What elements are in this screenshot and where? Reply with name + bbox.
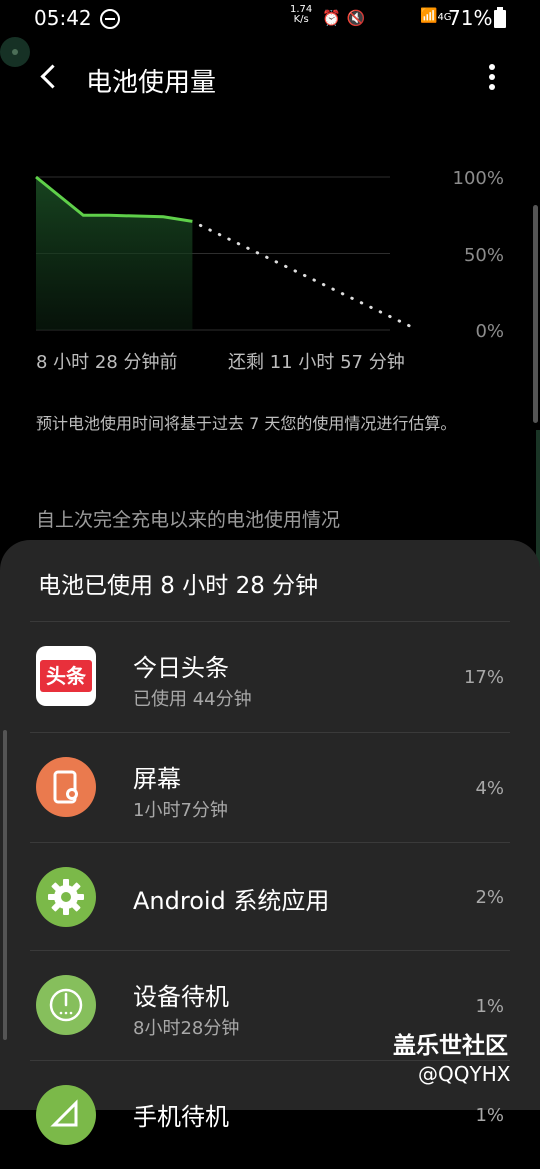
app-name: 屏幕	[133, 765, 181, 793]
app-usage-percent: 1%	[475, 996, 504, 1017]
battery-chart: 100% 50% 0% 8 小时 28 分钟前 还剩 11 小时 57 分钟	[0, 160, 540, 373]
app-name: Android 系统应用	[133, 887, 330, 915]
toutiao-app-icon: 头条	[36, 646, 96, 706]
projection-line	[198, 223, 420, 332]
app-usage-time: 8小时28分钟	[133, 1018, 240, 1039]
sheet-title: 电池已使用 8 小时 28 分钟	[38, 573, 319, 599]
screen-brightness-icon	[36, 757, 96, 817]
do-not-disturb-icon	[100, 9, 120, 29]
section-title: 自上次完全充电以来的电池使用情况	[36, 509, 341, 531]
power-icon	[36, 975, 96, 1035]
battery-icon	[494, 7, 506, 28]
page-scrollbar[interactable]	[533, 205, 538, 423]
app-name: 手机待机	[133, 1103, 229, 1131]
battery-percent: 71%	[448, 6, 493, 30]
estimate-description: 预计电池使用时间将基于过去 7 天您的使用情况进行估算。	[36, 414, 457, 433]
status-time: 05:42	[34, 6, 92, 30]
usage-area	[36, 177, 193, 330]
app-name: 设备待机	[133, 983, 229, 1011]
app-usage-time: 1小时7分钟	[133, 800, 228, 821]
watermark-title: 盖乐世社区	[393, 1033, 508, 1059]
signal-icon	[36, 1085, 96, 1145]
ytick-50: 50%	[464, 245, 504, 266]
app-usage-percent: 17%	[463, 667, 504, 688]
status-bar: 05:42 1.74 K/s ⏰🔇 📶4G 71%	[0, 0, 540, 40]
chart-start-label: 8 小时 28 分钟前	[36, 352, 178, 373]
app-usage-time: 已使用 44分钟	[133, 689, 252, 710]
chart-remaining-label: 还剩 11 小时 57 分钟	[228, 352, 405, 373]
more-options-icon[interactable]	[482, 64, 502, 96]
gear-icon	[36, 867, 96, 927]
page-title: 电池使用量	[86, 68, 217, 98]
usage-row-android-system[interactable]: Android 系统应用 2%	[0, 843, 540, 951]
app-bar: 电池使用量	[0, 48, 540, 112]
back-arrow-icon[interactable]	[30, 56, 70, 96]
app-usage-percent: 4%	[475, 778, 504, 799]
usage-row-toutiao[interactable]: 头条 今日头条 已使用 44分钟 17%	[0, 622, 540, 730]
app-usage-percent: 1%	[475, 1105, 504, 1126]
alarm-mute-icons: ⏰🔇	[322, 9, 372, 27]
app-name: 今日头条	[133, 654, 229, 682]
ytick-0: 0%	[475, 321, 504, 342]
wifi-signal-icon: 📶4G	[420, 8, 452, 24]
usage-row-screen[interactable]: 屏幕 1小时7分钟 4%	[0, 733, 540, 841]
network-speed: 1.74 K/s	[290, 4, 313, 25]
watermark-handle: @QQYHX	[418, 1062, 511, 1086]
battery-chart-svg: 100% 50% 0%	[35, 168, 504, 342]
ytick-100: 100%	[453, 168, 504, 189]
app-usage-percent: 2%	[475, 887, 504, 908]
